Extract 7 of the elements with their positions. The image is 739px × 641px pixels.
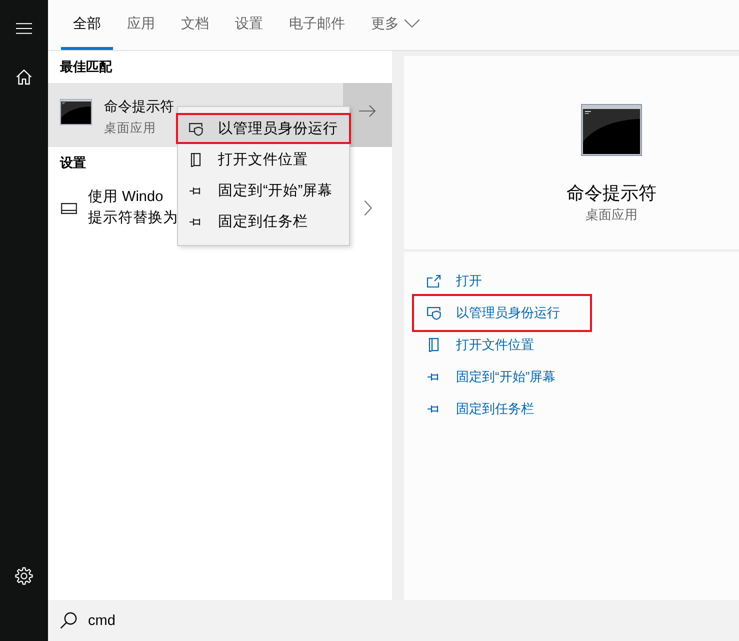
section-heading: 设置 [60,155,86,171]
result-title: 命令提示符 [104,97,174,115]
app-subtitle: 桌面应用 [586,207,638,223]
setting-title: 使用 Windo 提示符替换为 [88,188,178,228]
section-heading: 最佳匹配 [60,59,112,75]
app-title: 命令提示符 [566,182,656,204]
result-subtitle: 桌面应用 [104,120,157,136]
